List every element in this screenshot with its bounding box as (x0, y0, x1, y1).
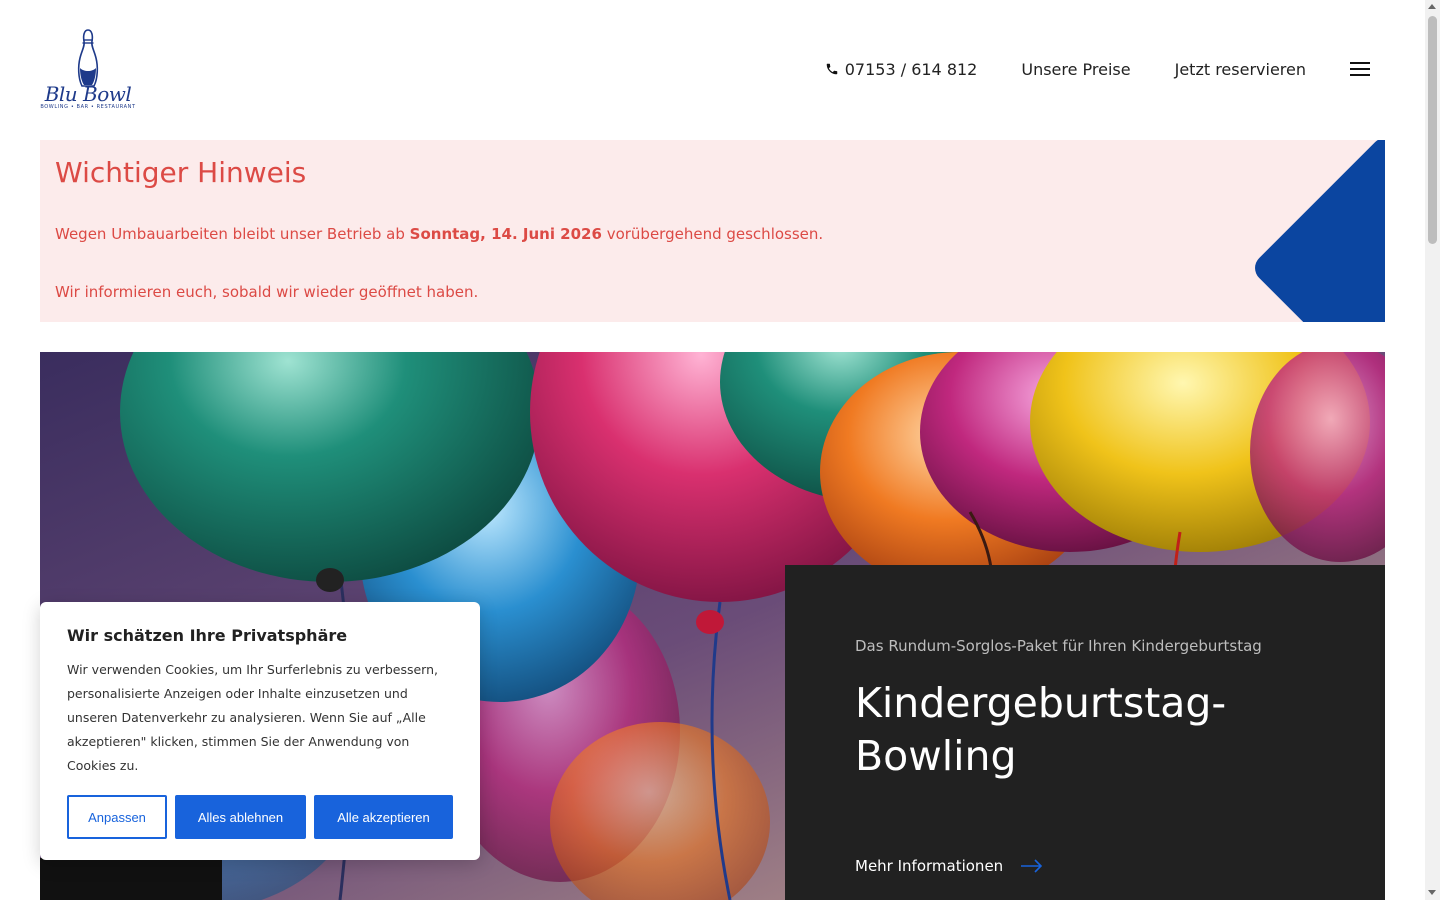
notice-closure-text: Wegen Umbauarbeiten bleibt unser Betrieb… (55, 225, 823, 243)
dark-corner-block (40, 858, 222, 900)
more-info-link[interactable]: Mehr Informationen (855, 857, 1043, 875)
promo-title: Kindergeburtstag-Bowling (855, 679, 1227, 780)
phone-link[interactable]: 07153 / 614 812 (825, 59, 978, 79)
hamburger-menu-icon[interactable] (1350, 61, 1370, 77)
site-header: Blu Bowl BOWLING • BAR • RESTAURANT 0715… (0, 0, 1425, 140)
notice-closure-date: Sonntag, 14. Juni 2026 (409, 225, 602, 243)
cookie-consent-banner: Wir schätzen Ihre Privatsphäre Wir verwe… (40, 602, 480, 860)
notice-info-text: Wir informieren euch, sobald wir wieder … (55, 283, 479, 301)
notice-closure-prefix: Wegen Umbauarbeiten bleibt unser Betrieb… (55, 225, 410, 243)
nav-link-prices[interactable]: Unsere Preise (1021, 60, 1130, 79)
phone-icon (826, 63, 837, 75)
vertical-scrollbar[interactable] (1425, 0, 1440, 900)
important-notice: Wichtiger Hinweis Wegen Umbauarbeiten bl… (40, 140, 1385, 322)
logo-tagline: BOWLING • BAR • RESTAURANT (40, 104, 136, 110)
scroll-down-arrow-icon[interactable] (1428, 890, 1436, 895)
promo-subtitle: Das Rundum-Sorglos-Paket für Ihren Kinde… (855, 637, 1262, 655)
main-navigation: 07153 / 614 812 Unsere Preise Jetzt rese… (825, 56, 1370, 82)
arrow-right-icon (1021, 859, 1043, 873)
scroll-up-arrow-icon[interactable] (1428, 4, 1436, 9)
decorative-diamond (1249, 140, 1385, 322)
blu-bowl-logo[interactable]: Blu Bowl BOWLING • BAR • RESTAURANT (40, 28, 136, 112)
reject-all-button[interactable]: Alles ablehnen (175, 795, 306, 839)
cookie-buttons: Anpassen Alles ablehnen Alle akzeptieren (67, 795, 453, 839)
notice-title: Wichtiger Hinweis (55, 156, 307, 189)
scrollbar-thumb[interactable] (1428, 16, 1437, 244)
customize-button[interactable]: Anpassen (67, 795, 167, 839)
more-info-label: Mehr Informationen (855, 857, 1004, 875)
cookie-title: Wir schätzen Ihre Privatsphäre (67, 626, 348, 645)
accept-all-button[interactable]: Alle akzeptieren (314, 795, 453, 839)
promo-card: Das Rundum-Sorglos-Paket für Ihren Kinde… (785, 565, 1385, 900)
logo-wordmark: Blu Bowl (44, 82, 132, 106)
notice-closure-suffix: vorübergehend geschlossen. (601, 225, 824, 243)
phone-number: 07153 / 614 812 (844, 59, 978, 79)
nav-link-reserve[interactable]: Jetzt reservieren (1175, 60, 1306, 79)
cookie-description: Wir verwenden Cookies, um Ihr Surferlebn… (67, 662, 438, 773)
